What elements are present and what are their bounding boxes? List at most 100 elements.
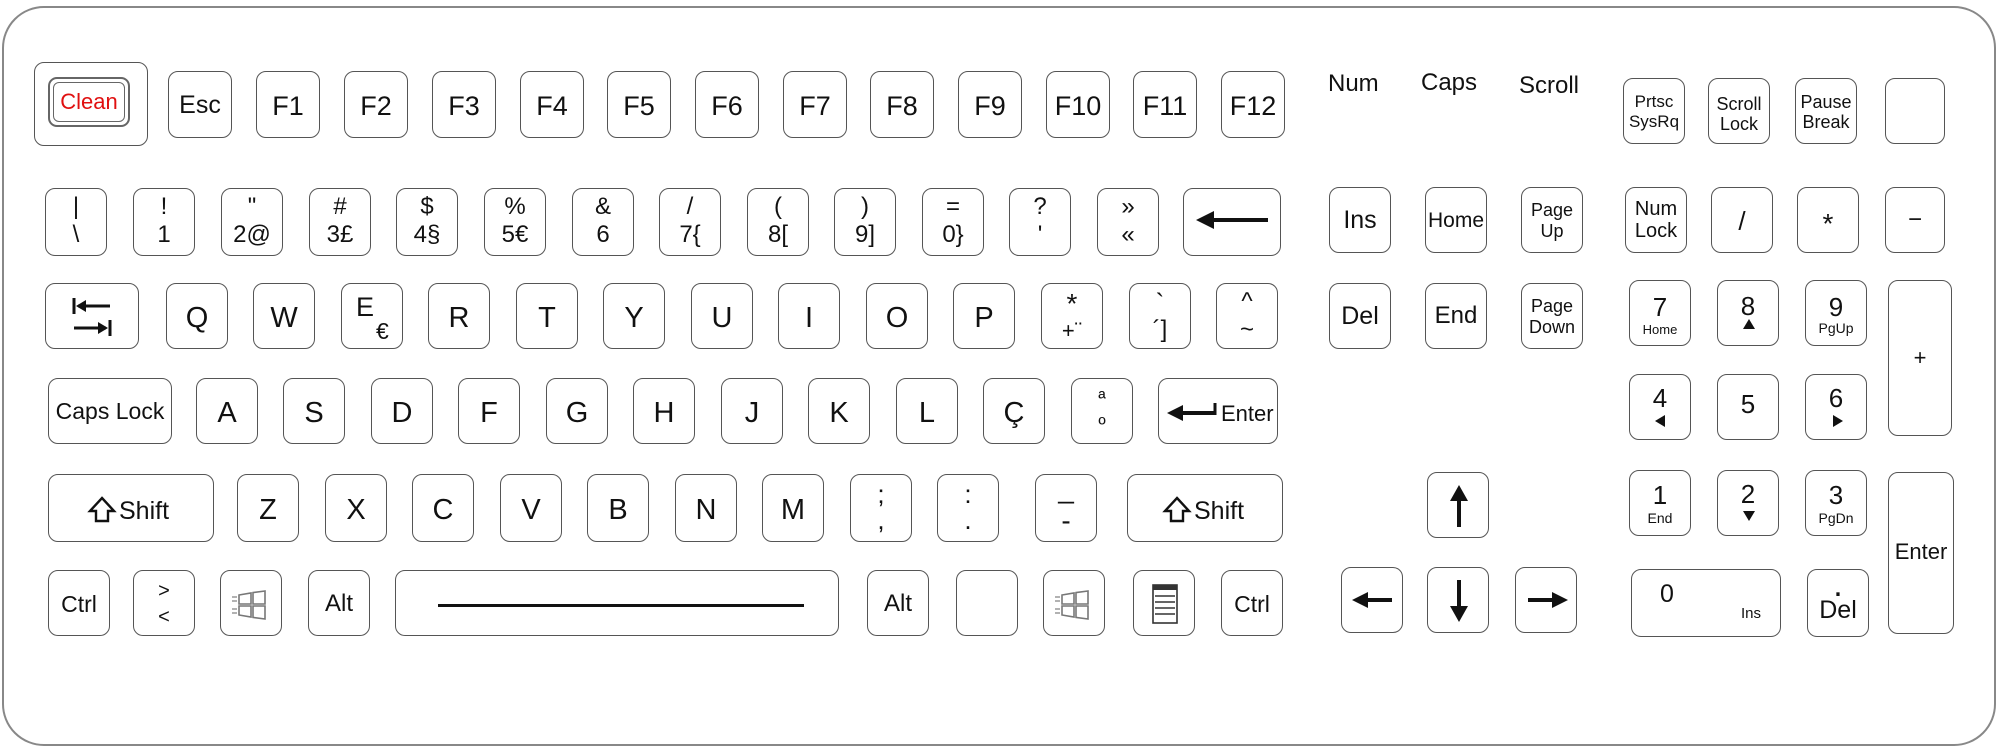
arrow-right-key[interactable] xyxy=(1515,567,1577,633)
key-o[interactable]: O xyxy=(866,283,928,349)
f4-key[interactable]: F4 xyxy=(520,71,584,138)
f8-key[interactable]: F8 xyxy=(870,71,934,138)
f2-key[interactable]: F2 xyxy=(344,71,408,138)
keypad-3-key[interactable]: 3 PgDn xyxy=(1805,470,1867,536)
blank-key-top-right[interactable] xyxy=(1885,78,1945,144)
key-w[interactable]: W xyxy=(253,283,315,349)
page-up-key[interactable]: Page Up xyxy=(1521,187,1583,253)
f1-key[interactable]: F1 xyxy=(256,71,320,138)
key-t[interactable]: T xyxy=(516,283,578,349)
key-p[interactable]: P xyxy=(953,283,1015,349)
arrow-up-key[interactable] xyxy=(1427,472,1489,538)
underscore-hyphen-key[interactable]: _ - xyxy=(1035,474,1097,542)
key-h[interactable]: H xyxy=(633,378,695,444)
key-f[interactable]: F xyxy=(458,378,520,444)
question-apostrophe-key[interactable]: ? ' xyxy=(1009,188,1071,256)
colon-period-key[interactable]: : . xyxy=(937,474,999,542)
key-5[interactable]: % 5€ xyxy=(484,188,546,256)
windows-left-key[interactable] xyxy=(220,570,282,636)
key-l[interactable]: L xyxy=(896,378,958,444)
key-v[interactable]: V xyxy=(500,474,562,542)
key-k[interactable]: K xyxy=(808,378,870,444)
f9-key[interactable]: F9 xyxy=(958,71,1022,138)
keypad-enter-key[interactable]: Enter xyxy=(1888,472,1954,634)
f7-key[interactable]: F7 xyxy=(783,71,847,138)
backspace-key[interactable] xyxy=(1183,188,1281,256)
key-b[interactable]: B xyxy=(587,474,649,542)
key-3[interactable]: # 3£ xyxy=(309,188,371,256)
key-6[interactable]: & 6 xyxy=(572,188,634,256)
arrow-down-key[interactable] xyxy=(1427,567,1489,633)
key-u[interactable]: U xyxy=(691,283,753,349)
angle-brackets-key[interactable]: > < xyxy=(133,570,195,636)
key-i[interactable]: I xyxy=(778,283,840,349)
f5-key[interactable]: F5 xyxy=(607,71,671,138)
ctrl-right-key[interactable]: Ctrl xyxy=(1221,570,1283,636)
key-1[interactable]: ! 1 xyxy=(133,188,195,256)
home-key[interactable]: Home xyxy=(1425,187,1487,253)
clean-key[interactable]: Clean xyxy=(34,62,148,146)
print-screen-key[interactable]: Prtsc SysRq xyxy=(1623,78,1685,144)
key-c[interactable]: C xyxy=(412,474,474,542)
asterisk-plus-key[interactable]: * +¨ xyxy=(1041,283,1103,349)
key-a[interactable]: A xyxy=(196,378,258,444)
f10-key[interactable]: F10 xyxy=(1046,71,1110,138)
end-key[interactable]: End xyxy=(1425,283,1487,349)
key-4[interactable]: $ 4§ xyxy=(396,188,458,256)
semicolon-comma-key[interactable]: ; , xyxy=(850,474,912,542)
key-m[interactable]: M xyxy=(762,474,824,542)
delete-key[interactable]: Del xyxy=(1329,283,1391,349)
grave-bracket-key[interactable]: ` ´] xyxy=(1129,283,1191,349)
key-s[interactable]: S xyxy=(283,378,345,444)
key-7[interactable]: / 7{ xyxy=(659,188,721,256)
keypad-9-key[interactable]: 9 PgUp xyxy=(1805,280,1867,346)
key-y[interactable]: Y xyxy=(603,283,665,349)
key-q[interactable]: Q xyxy=(166,283,228,349)
caps-lock-key[interactable]: Caps Lock xyxy=(48,378,172,444)
key-9[interactable]: ) 9] xyxy=(834,188,896,256)
keypad-7-key[interactable]: 7 Home xyxy=(1629,280,1691,346)
keypad-2-key[interactable]: 2 xyxy=(1717,470,1779,536)
alt-right-key[interactable]: Alt xyxy=(867,570,929,636)
insert-key[interactable]: Ins xyxy=(1329,187,1391,253)
pipe-backslash-key[interactable]: | \ xyxy=(45,188,107,256)
f6-key[interactable]: F6 xyxy=(695,71,759,138)
keypad-multiply-key[interactable]: * xyxy=(1797,187,1859,253)
caret-tilde-key[interactable]: ^ ~ xyxy=(1216,283,1278,349)
windows-right-key[interactable] xyxy=(1043,570,1105,636)
key-n[interactable]: N xyxy=(675,474,737,542)
menu-key[interactable] xyxy=(1133,570,1195,636)
blank-key-bottom[interactable] xyxy=(956,570,1018,636)
space-bar[interactable] xyxy=(395,570,839,636)
enter-key-main[interactable]: Enter xyxy=(1158,378,1278,444)
key-2[interactable]: " 2@ xyxy=(221,188,283,256)
keypad-plus-key[interactable]: + xyxy=(1888,280,1952,436)
pause-break-key[interactable]: Pause Break xyxy=(1795,78,1857,144)
keypad-decimal-key[interactable]: . Del xyxy=(1807,569,1869,637)
key-c-cedilla[interactable]: Ç xyxy=(983,378,1045,444)
f12-key[interactable]: F12 xyxy=(1221,71,1285,138)
ordinal-key[interactable]: ª º xyxy=(1071,378,1133,444)
keypad-4-key[interactable]: 4 xyxy=(1629,374,1691,440)
tab-key[interactable] xyxy=(45,283,139,349)
alt-left-key[interactable]: Alt xyxy=(308,570,370,636)
shift-left-key[interactable]: Shift xyxy=(48,474,214,542)
ctrl-left-key[interactable]: Ctrl xyxy=(48,570,110,636)
key-z[interactable]: Z xyxy=(237,474,299,542)
page-down-key[interactable]: Page Down xyxy=(1521,283,1583,349)
key-8[interactable]: ( 8[ xyxy=(747,188,809,256)
shift-right-key[interactable]: Shift xyxy=(1127,474,1283,542)
arrow-left-key[interactable] xyxy=(1341,567,1403,633)
key-d[interactable]: D xyxy=(371,378,433,444)
keypad-8-key[interactable]: 8 xyxy=(1717,280,1779,346)
key-0[interactable]: = 0} xyxy=(922,188,984,256)
guillemet-key[interactable]: » « xyxy=(1097,188,1159,256)
f3-key[interactable]: F3 xyxy=(432,71,496,138)
scroll-lock-key[interactable]: Scroll Lock xyxy=(1708,78,1770,144)
keypad-minus-key[interactable]: − xyxy=(1885,187,1945,253)
keypad-6-key[interactable]: 6 xyxy=(1805,374,1867,440)
keypad-1-key[interactable]: 1 End xyxy=(1629,470,1691,536)
keypad-0-key[interactable]: 0 Ins xyxy=(1631,569,1781,637)
key-g[interactable]: G xyxy=(546,378,608,444)
num-lock-key[interactable]: Num Lock xyxy=(1625,187,1687,253)
